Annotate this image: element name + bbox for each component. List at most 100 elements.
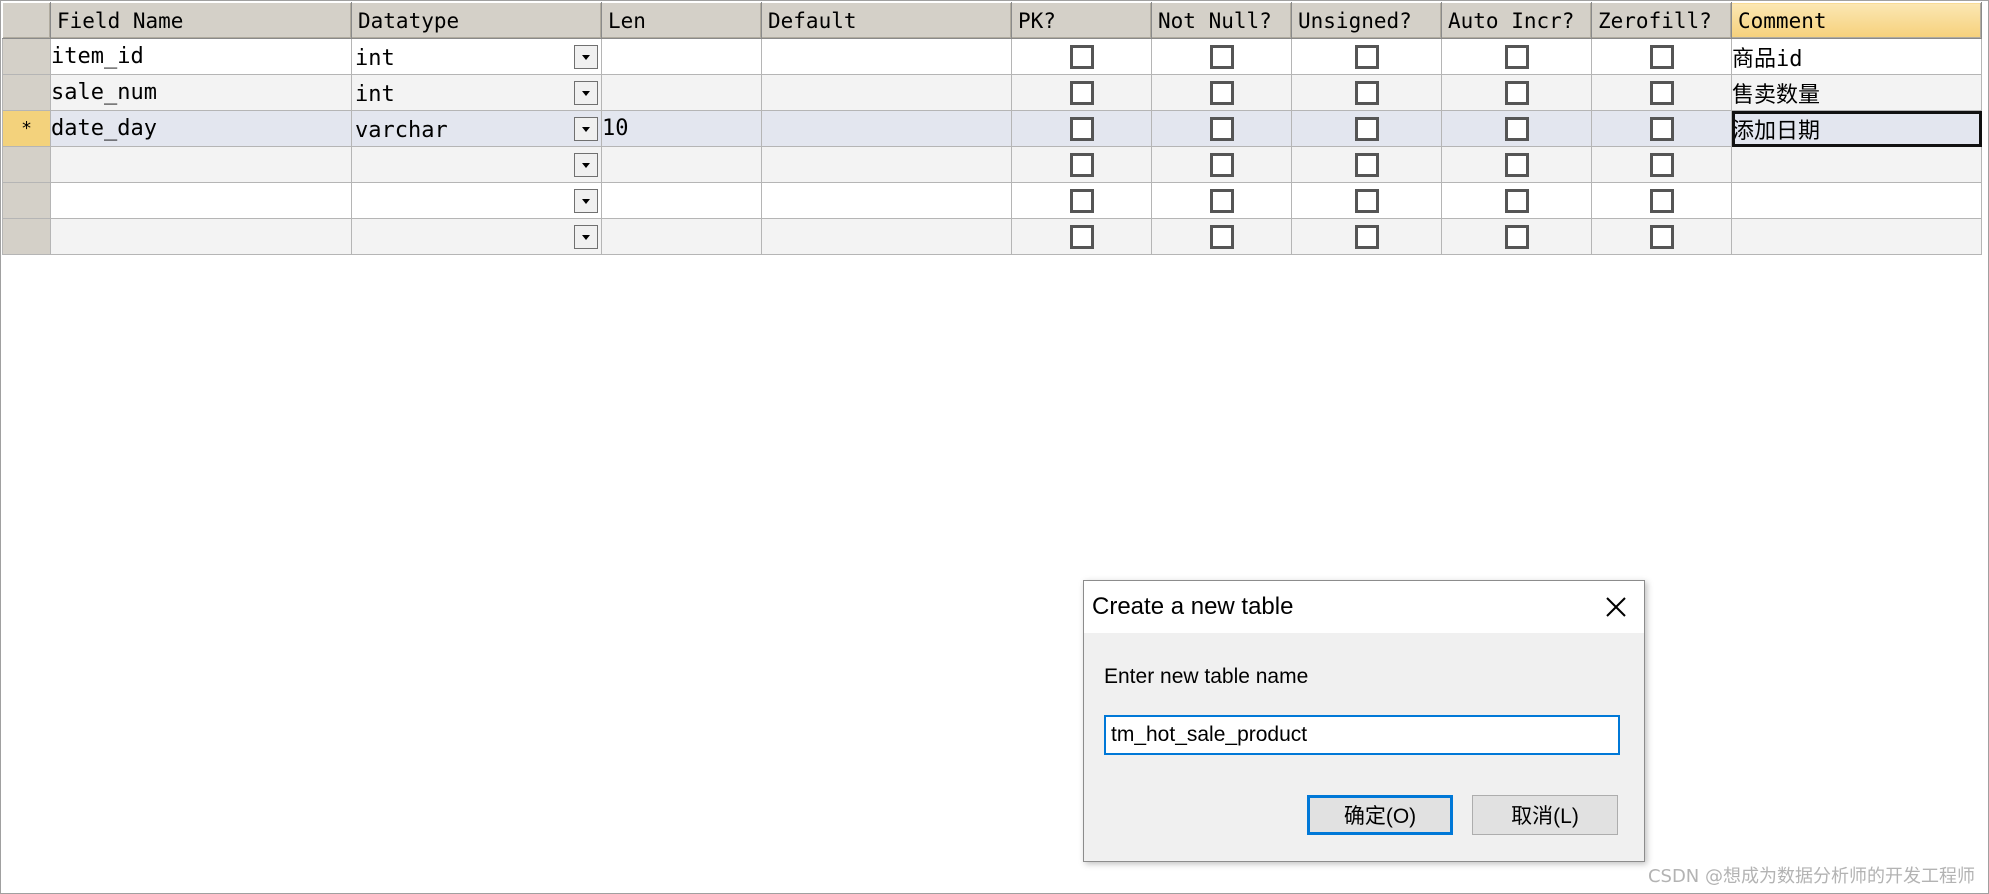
col-header-pk[interactable]: PK? [1011,2,1152,39]
len-cell[interactable] [601,182,762,219]
datatype-cell[interactable] [351,146,602,183]
chevron-down-icon [582,198,590,204]
table-name-input[interactable] [1104,715,1620,755]
default-cell[interactable] [761,218,1012,255]
not-null-cell [1151,146,1292,183]
pk-checkbox[interactable] [1069,45,1094,69]
len-cell[interactable] [601,218,762,255]
comment-cell[interactable] [1731,218,1982,255]
col-header-not-null[interactable]: Not Null? [1151,2,1292,39]
zerofill-checkbox[interactable] [1649,189,1674,213]
col-header-zerofill[interactable]: Zerofill? [1591,2,1732,39]
field-name-cell[interactable]: sale_num [50,74,352,111]
column-designer-grid: Field Name Datatype Len Default PK? Not … [2,2,1982,255]
field-name-cell[interactable]: item_id [50,38,352,75]
close-icon [1606,597,1626,617]
datatype-cell[interactable] [351,218,602,255]
unsigned-checkbox[interactable] [1354,153,1379,177]
comment-cell[interactable]: 售卖数量 [1731,74,1982,111]
datatype-dropdown-button[interactable] [574,81,598,105]
pk-checkbox[interactable] [1069,225,1094,249]
col-header-field-name[interactable]: Field Name [50,2,352,39]
ok-button[interactable]: 确定(O) [1307,795,1453,835]
col-header-len[interactable]: Len [601,2,762,39]
auto-incr-checkbox[interactable] [1504,45,1529,69]
len-cell[interactable] [601,146,762,183]
col-header-datatype[interactable]: Datatype [351,2,602,39]
grid-header-row: Field Name Datatype Len Default PK? Not … [2,2,1982,39]
datatype-dropdown-button[interactable] [574,117,598,141]
watermark: CSDN @想成为数据分析师的开发工程师 [1647,866,1975,887]
len-cell[interactable]: 10 [601,110,762,147]
datatype-cell[interactable]: varchar [351,110,602,147]
zerofill-checkbox[interactable] [1649,81,1674,105]
datatype-dropdown-button[interactable] [574,189,598,213]
auto-incr-checkbox[interactable] [1504,189,1529,213]
auto-incr-checkbox[interactable] [1504,225,1529,249]
datatype-dropdown-button[interactable] [574,225,598,249]
row-selector[interactable] [2,38,51,75]
comment-cell[interactable]: 添加日期 [1731,110,1982,147]
datatype-value: int [355,82,395,107]
auto-incr-checkbox[interactable] [1504,81,1529,105]
not-null-checkbox[interactable] [1209,81,1234,105]
unsigned-checkbox[interactable] [1354,189,1379,213]
default-cell[interactable] [761,182,1012,219]
not-null-checkbox[interactable] [1209,117,1234,141]
unsigned-checkbox[interactable] [1354,117,1379,141]
len-cell[interactable] [601,38,762,75]
default-cell[interactable] [761,146,1012,183]
table-row [2,218,1982,255]
not-null-checkbox[interactable] [1209,189,1234,213]
dialog-title: Create a new table [1092,593,1294,620]
pk-cell [1011,74,1152,111]
not-null-checkbox[interactable] [1209,153,1234,177]
unsigned-checkbox[interactable] [1354,45,1379,69]
pk-checkbox[interactable] [1069,117,1094,141]
comment-cell[interactable] [1731,146,1982,183]
default-cell[interactable] [761,74,1012,111]
field-name-cell[interactable] [50,218,352,255]
cancel-button[interactable]: 取消(L) [1472,795,1618,835]
pk-checkbox[interactable] [1069,81,1094,105]
not-null-checkbox[interactable] [1209,225,1234,249]
auto-incr-checkbox[interactable] [1504,117,1529,141]
datatype-cell[interactable]: int [351,38,602,75]
zerofill-checkbox[interactable] [1649,117,1674,141]
default-cell[interactable] [761,38,1012,75]
datatype-dropdown-button[interactable] [574,45,598,69]
col-header-unsigned[interactable]: Unsigned? [1291,2,1442,39]
field-name-cell[interactable] [50,146,352,183]
unsigned-checkbox[interactable] [1354,225,1379,249]
row-selector[interactable]: * [2,110,51,147]
field-name-cell[interactable] [50,182,352,219]
comment-cell[interactable] [1731,182,1982,219]
datatype-cell[interactable] [351,182,602,219]
zerofill-checkbox[interactable] [1649,45,1674,69]
row-selector[interactable] [2,218,51,255]
field-name-cell[interactable]: date_day [50,110,352,147]
comment-cell[interactable]: 商品id [1731,38,1982,75]
close-button[interactable] [1596,587,1636,627]
pk-cell [1011,110,1152,147]
zerofill-checkbox[interactable] [1649,153,1674,177]
auto-incr-checkbox[interactable] [1504,153,1529,177]
row-selector-header[interactable] [2,2,51,39]
datatype-cell[interactable]: int [351,74,602,111]
row-selector[interactable] [2,146,51,183]
chevron-down-icon [582,54,590,60]
zerofill-checkbox[interactable] [1649,225,1674,249]
col-header-default[interactable]: Default [761,2,1012,39]
col-header-comment[interactable]: Comment [1731,2,1982,39]
len-cell[interactable] [601,74,762,111]
dialog-titlebar[interactable]: Create a new table [1084,581,1644,633]
pk-checkbox[interactable] [1069,153,1094,177]
pk-checkbox[interactable] [1069,189,1094,213]
not-null-checkbox[interactable] [1209,45,1234,69]
unsigned-checkbox[interactable] [1354,81,1379,105]
default-cell[interactable] [761,110,1012,147]
datatype-dropdown-button[interactable] [574,153,598,177]
col-header-auto-incr[interactable]: Auto Incr? [1441,2,1592,39]
row-selector[interactable] [2,182,51,219]
row-selector[interactable] [2,74,51,111]
